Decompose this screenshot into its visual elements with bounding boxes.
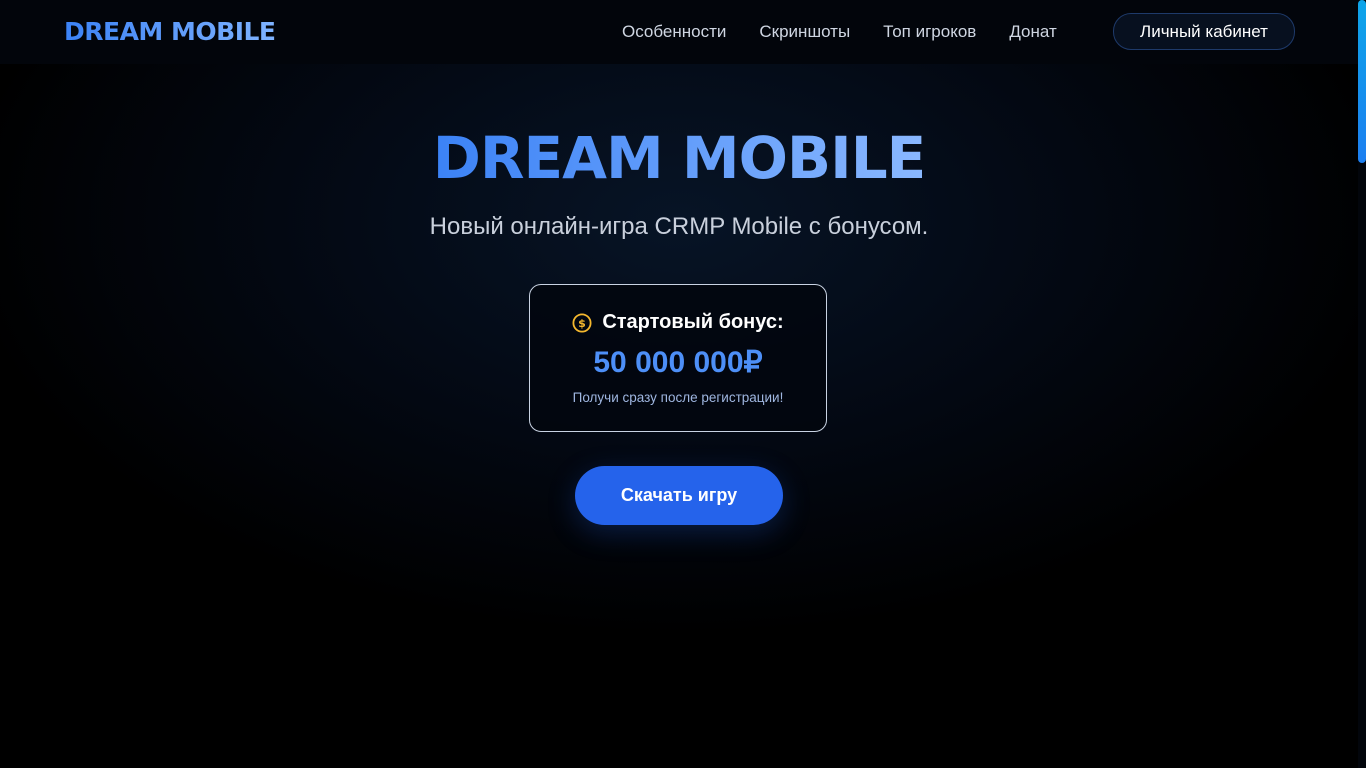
hero-subtitle: Новый онлайн-игра CRMP Mobile с бонусом. (429, 213, 929, 240)
nav-item-features[interactable]: Особенности (622, 22, 726, 42)
nav-item-donate[interactable]: Донат (1009, 22, 1056, 42)
personal-account-button[interactable]: Личный кабинет (1113, 13, 1295, 50)
bonus-heading: $ Стартовый бонус: (530, 311, 826, 334)
nav-item-top-players[interactable]: Топ игроков (883, 22, 976, 42)
site-header: DREAM MOBILE Особенности Скриншоты Топ и… (0, 0, 1366, 64)
hero-title-text: DREAM MOBILE (432, 124, 927, 192)
dollar-coin-icon: $ (572, 312, 592, 333)
scrollbar-thumb[interactable] (1358, 0, 1366, 163)
nav-item-screenshots[interactable]: Скриншоты (759, 22, 850, 42)
main-nav: Особенности Скриншоты Топ игроков Донат (622, 20, 1057, 44)
bonus-label: Стартовый бонус: (602, 311, 784, 333)
bonus-note: Получи сразу после регистрации! (572, 390, 784, 405)
page-scrollbar[interactable] (1358, 0, 1366, 768)
site-logo[interactable]: DREAM MOBILE (64, 16, 276, 48)
svg-text:$: $ (578, 317, 586, 330)
start-bonus-card: $ Стартовый бонус: 50 000 000₽ Получи ср… (529, 284, 827, 432)
hero-title: DREAM MOBILE (0, 120, 1358, 196)
landing-page: DREAM MOBILE Особенности Скриншоты Топ и… (0, 0, 1366, 768)
bonus-amount: 50 000 000₽ (593, 346, 763, 379)
download-game-button[interactable]: Скачать игру (575, 466, 783, 525)
